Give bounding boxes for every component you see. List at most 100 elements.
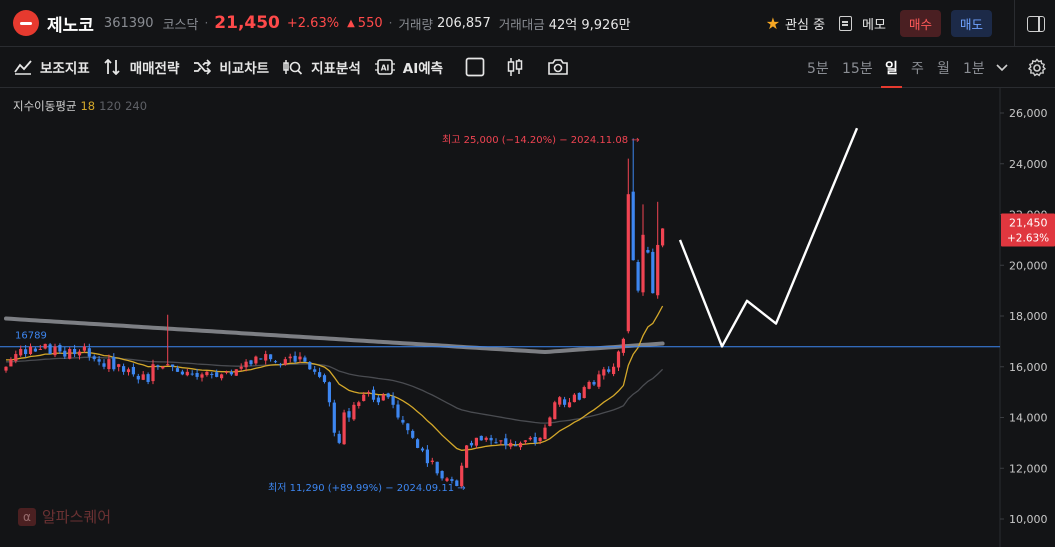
candle-body: [244, 361, 248, 368]
stock-header: 제노코 361390 코스닥 · 21,450 +2.63% ▲ 550 · 거…: [0, 0, 1055, 47]
low-annotation: 최저 11,290 (+89.99%) − 2024.09.11 →: [268, 482, 466, 494]
candle-body: [107, 359, 111, 370]
side-panel-icon[interactable]: [1027, 15, 1045, 32]
candle-body: [509, 442, 513, 447]
ai-chip-icon: AI: [374, 59, 395, 75]
indicator-label: 보조지표: [40, 61, 90, 77]
change-amount: 550: [357, 15, 383, 31]
candle-body: [533, 436, 537, 443]
fullbox-button[interactable]: [465, 57, 493, 77]
candle-body: [180, 371, 184, 375]
watch-button[interactable]: 관심 중: [785, 14, 825, 33]
candle-body: [327, 382, 331, 403]
chart-settings-button[interactable]: [1027, 47, 1047, 88]
ma-legend-title: 지수이동평균: [13, 99, 77, 113]
header-actions: ★ 관심 중 메모 매수 매도: [766, 0, 1055, 47]
timeframe-day[interactable]: 일: [881, 47, 902, 88]
strategy-button[interactable]: 매매전략: [104, 57, 180, 77]
shuffle-icon: [194, 59, 212, 75]
candle-body: [577, 392, 581, 400]
compare-label: 비교차트: [219, 61, 270, 77]
svg-text:AI: AI: [380, 64, 389, 73]
candle-body: [636, 262, 640, 291]
candle-body: [538, 437, 542, 441]
candle-body: [210, 373, 214, 375]
candle-body: [386, 393, 390, 398]
memo-icon[interactable]: [839, 16, 853, 31]
star-icon[interactable]: ★: [766, 14, 780, 33]
candle-body: [631, 191, 635, 261]
candle-body: [63, 350, 67, 357]
timeframe-15min[interactable]: 15분: [842, 47, 873, 88]
projection: [678, 127, 859, 348]
candle-body: [479, 435, 483, 441]
candle-body: [661, 228, 665, 246]
sell-button[interactable]: 매도: [950, 10, 992, 37]
watermark-logo: α: [18, 507, 36, 526]
candle-body: [391, 396, 395, 405]
candle-body: [156, 365, 160, 367]
candle-body: [77, 351, 82, 356]
candle-body: [239, 366, 243, 369]
candle-body: [401, 419, 405, 423]
candle-body: [283, 359, 287, 365]
candle-body: [229, 371, 233, 375]
candle-body: [597, 374, 601, 387]
timeframe-month[interactable]: 월: [937, 47, 950, 88]
timeframe-week[interactable]: 주: [911, 47, 924, 88]
candle-body: [43, 343, 47, 349]
candle-body: [151, 364, 155, 382]
candle-body: [293, 355, 297, 362]
candle-body: [234, 369, 238, 376]
timeframe-1min[interactable]: 1분: [963, 47, 985, 88]
timeframe-more-button[interactable]: [996, 47, 1008, 88]
high-annotation: 최고 25,000 (−14.20%) − 2024.11.08 →: [442, 134, 640, 146]
watermark-text: 알파스퀘어: [42, 508, 112, 526]
candle-body: [200, 374, 204, 378]
candle-body: [381, 394, 385, 401]
candle-body: [342, 412, 346, 445]
projection-line[interactable]: [678, 127, 859, 348]
indicator-button[interactable]: 보조지표: [14, 57, 90, 77]
timeframe-5min[interactable]: 5분: [807, 47, 829, 88]
candle-body: [92, 356, 96, 360]
chevron-down-icon: [996, 63, 1008, 71]
candle-body: [376, 397, 380, 403]
candle-body: [499, 440, 503, 442]
candle-body: [249, 360, 253, 365]
candle-body: [33, 348, 37, 352]
candle-body: [48, 344, 52, 355]
ma-legend-240: 240: [125, 99, 148, 113]
strategy-label: 매매전략: [129, 61, 180, 77]
candle-body: [308, 361, 312, 370]
candle-body: [416, 439, 420, 448]
separator-dot: ·: [204, 16, 209, 30]
candle-body: [514, 445, 518, 447]
candle-body: [264, 354, 268, 361]
trade-value: 42억 9,926만: [548, 17, 631, 33]
chart-type-button[interactable]: [505, 57, 533, 77]
stock-logo: [13, 10, 39, 36]
candle-body: [406, 423, 410, 431]
candle-body: [102, 363, 106, 367]
candle-body: [73, 348, 77, 355]
buy-button[interactable]: 매수: [899, 10, 941, 37]
divider: [1014, 0, 1015, 47]
candle-body: [567, 402, 572, 408]
compare-button[interactable]: 비교차트: [193, 57, 269, 77]
price-chart[interactable]: 16789 최고 25,000 (−14.20%) − 2024.11.08 →…: [0, 88, 1055, 547]
ma-legend: 지수이동평균 18 120 240: [13, 98, 147, 114]
last-price-label: 21,450: [1009, 216, 1048, 229]
analysis-button[interactable]: 지표분석: [283, 57, 361, 77]
ai-predict-button[interactable]: AI AI예측: [374, 57, 443, 77]
candlestick-icon: [507, 58, 523, 76]
memo-button[interactable]: 메모: [862, 14, 886, 33]
candle-body: [117, 364, 121, 367]
trade-value-label: 거래대금: [498, 16, 545, 32]
candle-body: [82, 346, 86, 351]
screenshot-button[interactable]: [547, 57, 577, 77]
candle-body: [435, 461, 439, 474]
strategy-icon: [104, 59, 120, 75]
candle-body: [592, 382, 596, 385]
candle-body: [445, 478, 449, 481]
